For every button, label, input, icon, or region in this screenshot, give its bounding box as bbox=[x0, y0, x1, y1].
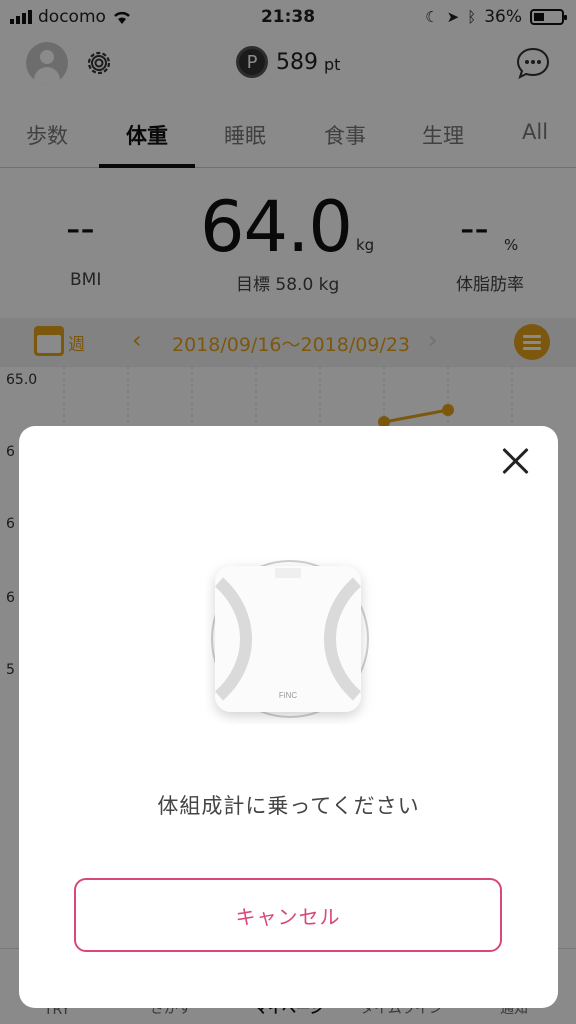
scale-brand-text: FiNC bbox=[279, 691, 297, 700]
close-icon[interactable] bbox=[498, 444, 532, 478]
cancel-button[interactable]: キャンセル bbox=[74, 878, 502, 952]
dialog-prompt: 体組成計に乗ってください bbox=[157, 794, 420, 818]
scale-connect-dialog: FiNC 体組成計に乗ってください キャンセル bbox=[19, 426, 558, 1008]
body-scale-icon: FiNC bbox=[211, 560, 369, 718]
